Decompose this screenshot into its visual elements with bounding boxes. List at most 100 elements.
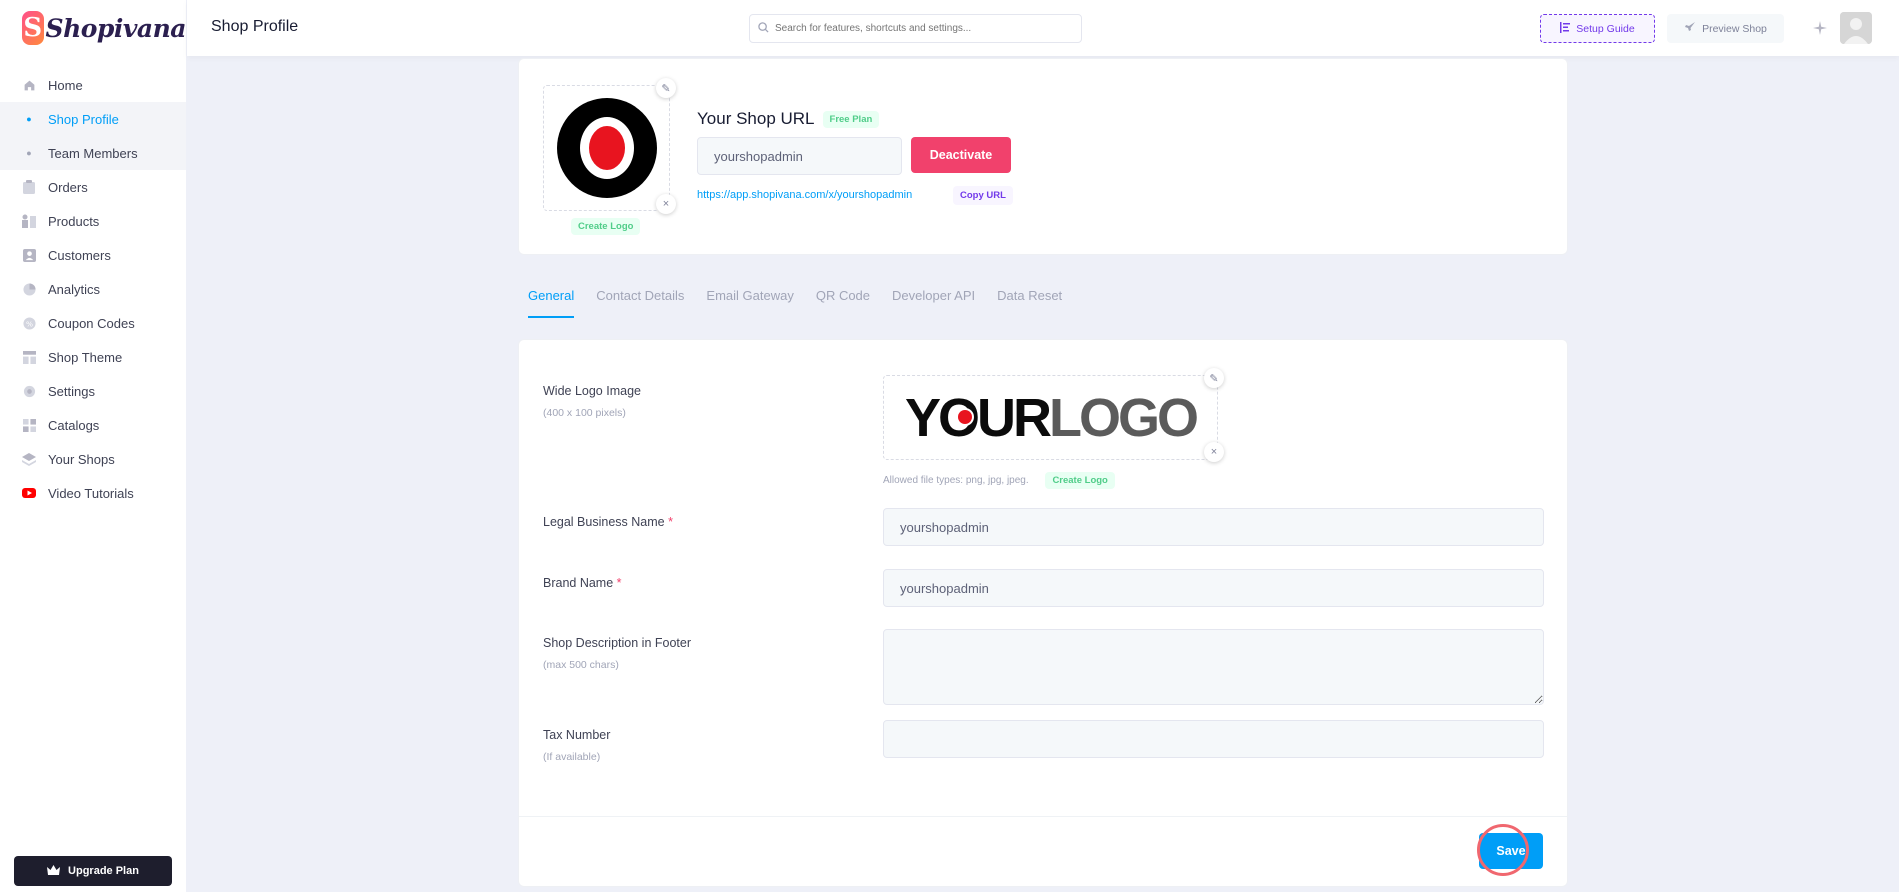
sidebar-item-products[interactable]: Products — [0, 204, 186, 238]
remove-wide-logo-close-icon[interactable]: × — [1204, 442, 1224, 462]
setup-guide-button[interactable]: Setup Guide — [1540, 14, 1655, 43]
pie-chart-icon — [22, 282, 36, 296]
wide-logo-image: YOUR LOGO — [905, 387, 1199, 449]
preview-shop-button[interactable]: Preview Shop — [1667, 14, 1784, 43]
shop-url-title: Your Shop URL — [697, 109, 815, 128]
clipboard-icon — [22, 180, 36, 194]
sidebar-item-shop-profile[interactable]: ● Shop Profile — [0, 102, 186, 136]
sidebar-item-label: Shop Profile — [48, 111, 119, 127]
shop-url-link[interactable]: https://app.shopivana.com/x/yourshopadmi… — [697, 189, 912, 201]
sidebar-item-label: Coupon Codes — [48, 315, 135, 331]
edit-logo-pencil-icon[interactable]: ✎ — [656, 78, 676, 98]
sidebar-item-label: Catalogs — [48, 417, 100, 433]
sidebar-item-label: Team Members — [48, 145, 138, 161]
logo-red-dot-icon — [956, 408, 974, 426]
wide-logo-hint: (400 x 100 pixels) — [543, 407, 626, 419]
sidebar-item-label: Shop Theme — [48, 349, 123, 365]
legal-name-label: Legal Business Name * — [543, 515, 673, 529]
sidebar-item-analytics[interactable]: Analytics — [0, 272, 186, 306]
brand-name-label: Brand Name * — [543, 576, 622, 590]
top-header: Shop Profile Setup Guide Preview Shop — [187, 0, 1899, 56]
tab-qr-code[interactable]: QR Code — [816, 288, 870, 318]
sidebar-item-label: Settings — [48, 383, 95, 399]
shop-url-heading: Your Shop URL Free Plan — [697, 109, 880, 129]
search-box[interactable] — [749, 14, 1082, 43]
wide-logo-upload[interactable]: YOUR LOGO ✎ × — [883, 368, 1224, 462]
brand-mark-icon: S — [22, 11, 44, 45]
upgrade-plan-button[interactable]: Upgrade Plan — [14, 856, 172, 886]
shop-logo-upload[interactable]: ✎ × — [543, 78, 676, 214]
allowed-file-types-text: Allowed file types: png, jpg, jpeg. — [883, 475, 1029, 486]
sidebar-item-label: Products — [48, 213, 100, 229]
tax-number-input[interactable] — [883, 720, 1544, 758]
bullet-icon: ● — [26, 114, 32, 124]
brand-name: Shopivana — [45, 13, 187, 43]
sidebar-item-label: Your Shops — [48, 451, 115, 467]
legal-business-name-input[interactable] — [883, 508, 1544, 546]
sidebar-item-coupon-codes[interactable]: % Coupon Codes — [0, 306, 186, 340]
sparkle-icon[interactable] — [1811, 19, 1829, 37]
brand-name-label-text: Brand Name — [543, 576, 614, 590]
gear-icon — [22, 384, 36, 398]
copy-url-button[interactable]: Copy URL — [953, 186, 1013, 205]
tab-contact-details[interactable]: Contact Details — [596, 288, 684, 318]
shop-description-textarea[interactable] — [883, 629, 1544, 705]
sidebar-item-customers[interactable]: Customers — [0, 238, 186, 272]
svg-text:%: % — [25, 319, 32, 328]
search-icon — [758, 20, 769, 38]
profile-tabs: General Contact Details Email Gateway QR… — [528, 288, 1084, 318]
allowed-file-types: Allowed file types: png, jpg, jpeg. Crea… — [883, 472, 1115, 489]
sidebar-item-label: Home — [48, 77, 83, 93]
logo-text-grey: LOGO — [1049, 387, 1199, 448]
page-title: Shop Profile — [211, 18, 299, 35]
edit-wide-logo-pencil-icon[interactable]: ✎ — [1204, 368, 1224, 388]
wide-logo-label: Wide Logo Image — [543, 384, 641, 398]
plan-badge: Free Plan — [822, 110, 880, 128]
tab-general[interactable]: General — [528, 288, 575, 318]
setup-guide-label: Setup Guide — [1576, 22, 1635, 35]
shop-slug-input[interactable] — [697, 137, 902, 175]
coupon-icon: % — [22, 316, 36, 330]
crown-icon — [47, 864, 61, 878]
youtube-icon — [22, 486, 36, 500]
search-input[interactable] — [775, 23, 1065, 34]
required-asterisk: * — [668, 515, 673, 529]
deactivate-button[interactable]: Deactivate — [911, 137, 1011, 173]
sidebar-nav: Home ● Shop Profile ● Team Members Order… — [0, 68, 186, 510]
sidebar-item-label: Orders — [48, 179, 88, 195]
shop-url-card: ✎ × Create Logo Your Shop URL Free Plan … — [518, 58, 1568, 255]
preview-shop-label: Preview Shop — [1702, 22, 1767, 35]
brand-logo[interactable]: S Shopivana — [0, 0, 187, 56]
brand-name-input[interactable] — [883, 569, 1544, 607]
sidebar-item-label: Analytics — [48, 281, 101, 297]
sidebar-item-catalogs[interactable]: Catalogs — [0, 408, 186, 442]
shop-logo-image — [556, 98, 657, 198]
customers-icon — [22, 248, 36, 262]
sidebar-item-label: Video Tutorials — [48, 485, 134, 501]
remove-logo-close-icon[interactable]: × — [656, 194, 676, 214]
user-avatar[interactable] — [1840, 12, 1872, 44]
general-form-card: Wide Logo Image (400 x 100 pixels) YOUR L… — [518, 339, 1568, 887]
sidebar: S Shopivana Home ● Shop Profile ● Team M… — [0, 0, 187, 892]
sidebar-item-settings[interactable]: Settings — [0, 374, 186, 408]
sidebar-item-team-members[interactable]: ● Team Members — [0, 136, 186, 170]
sidebar-item-video-tutorials[interactable]: Video Tutorials — [0, 476, 186, 510]
sidebar-item-home[interactable]: Home — [0, 68, 186, 102]
tab-email-gateway[interactable]: Email Gateway — [706, 288, 793, 318]
sidebar-item-orders[interactable]: Orders — [0, 170, 186, 204]
required-asterisk: * — [616, 576, 622, 590]
bullet-icon: ● — [26, 148, 32, 158]
products-icon — [22, 214, 36, 228]
create-logo-button[interactable]: Create Logo — [571, 218, 641, 235]
sidebar-item-your-shops[interactable]: Your Shops — [0, 442, 186, 476]
sidebar-item-shop-theme[interactable]: Shop Theme — [0, 340, 186, 374]
form-footer-divider — [519, 816, 1567, 817]
description-label: Shop Description in Footer — [543, 636, 691, 650]
tab-developer-api[interactable]: Developer API — [892, 288, 975, 318]
rocket-icon — [1684, 21, 1696, 36]
tab-data-reset[interactable]: Data Reset — [997, 288, 1062, 318]
save-button[interactable]: Save — [1479, 833, 1543, 869]
description-hint: (max 500 chars) — [543, 659, 619, 671]
theme-icon — [22, 350, 36, 364]
create-wide-logo-button[interactable]: Create Logo — [1045, 472, 1115, 489]
